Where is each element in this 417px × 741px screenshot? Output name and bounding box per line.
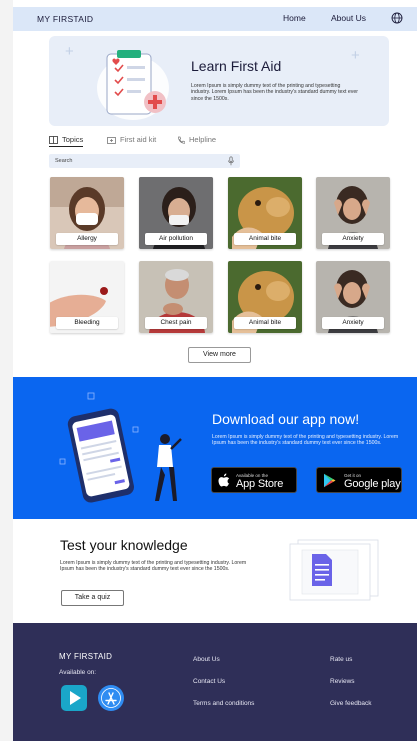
knowledge-title: Test your knowledge <box>60 537 188 553</box>
topic-label: Animal bite <box>234 317 296 329</box>
app-store-button[interactable]: Available on the App Store <box>211 467 297 493</box>
footer-terms-link[interactable]: Terms and conditions <box>193 700 254 707</box>
topic-label: Anxiety <box>322 233 384 245</box>
google-play-button[interactable]: Get it on Google play <box>316 467 402 493</box>
topic-card-anxiety-2[interactable]: Anxiety <box>316 261 390 333</box>
hero-description: Lorem Ipsum is simply dummy text of the … <box>191 83 358 102</box>
topic-card-allergy[interactable]: Allergy <box>50 177 124 249</box>
apple-icon <box>218 473 230 487</box>
footer-reviews-link[interactable]: Reviews <box>330 678 355 685</box>
knowledge-description: Lorem Ipsum is simply dummy text of the … <box>60 560 247 573</box>
globe-icon[interactable] <box>391 12 403 24</box>
first-aid-kit-icon <box>107 136 116 144</box>
topic-label: Anxiety <box>322 317 384 329</box>
quiz-document-illustration <box>289 539 379 601</box>
promo-title: Download our app now! <box>212 411 360 427</box>
footer: MY FIRSTAID Available on: About Us Conta… <box>13 623 417 741</box>
page: MY FIRSTAID Home About Us + + Learn Firs… <box>13 0 417 741</box>
top-nav: MY FIRSTAID Home About Us <box>13 7 417 31</box>
brand-logo[interactable]: MY FIRSTAID <box>37 14 93 24</box>
tab-helpline[interactable]: Helpline <box>177 135 216 144</box>
tab-first-aid-kit[interactable]: First aid kit <box>107 135 156 144</box>
topic-card-animal-bite-2[interactable]: Animal bite <box>228 261 302 333</box>
topic-tabs: Topics First aid kit Helpline <box>49 133 389 149</box>
hero-title: Learn First Aid <box>191 58 282 74</box>
nav-home-link[interactable]: Home <box>283 13 306 23</box>
app-store-label: App Store <box>236 478 284 490</box>
hero-banner: + + Learn First Aid Lorem Ipsum is simpl… <box>49 36 389 126</box>
phone-illustration <box>59 392 182 503</box>
topic-label: Bleeding <box>56 317 118 329</box>
search-bar <box>49 154 240 168</box>
topic-card-chest-pain[interactable]: Chest pain <box>139 261 213 333</box>
topic-label: Air pollution <box>145 233 207 245</box>
topic-card-bleeding[interactable]: Bleeding <box>50 261 124 333</box>
topic-card-anxiety[interactable]: Anxiety <box>316 177 390 249</box>
promo-description: Lorem Ipsum is simply dummy text of the … <box>212 434 399 447</box>
google-play-store-icon[interactable] <box>61 685 87 711</box>
google-play-label: Google play <box>344 478 401 490</box>
topic-card-air-pollution[interactable]: Air pollution <box>139 177 213 249</box>
topic-label: Chest pain <box>145 317 207 329</box>
topic-card-animal-bite[interactable]: Animal bite <box>228 177 302 249</box>
phone-icon <box>178 136 185 144</box>
take-quiz-button[interactable]: Take a quiz <box>61 590 124 606</box>
microphone-icon[interactable] <box>227 156 235 166</box>
footer-feedback-link[interactable]: Give feedback <box>330 700 372 707</box>
search-input[interactable] <box>55 156 215 166</box>
tab-topics[interactable]: Topics <box>49 135 84 147</box>
view-more-button[interactable]: View more <box>188 347 251 363</box>
plus-decoration-icon: + <box>65 43 74 60</box>
app-store-icon[interactable] <box>98 685 124 711</box>
footer-available-label: Available on: <box>59 669 97 676</box>
book-icon <box>49 135 58 144</box>
footer-rate-link[interactable]: Rate us <box>330 656 352 663</box>
footer-brand: MY FIRSTAID <box>59 652 113 661</box>
footer-contact-link[interactable]: Contact Us <box>193 678 225 685</box>
plus-decoration-icon: + <box>351 47 360 64</box>
clipboard-illustration <box>97 50 169 120</box>
topic-label: Animal bite <box>234 233 296 245</box>
tab-helpline-label: Helpline <box>189 135 217 144</box>
nav-about-link[interactable]: About Us <box>331 13 366 23</box>
tab-topics-label: Topics <box>62 135 84 144</box>
topic-label: Allergy <box>56 233 118 245</box>
app-promo-section: Download our app now! Lorem Ipsum is sim… <box>13 377 417 519</box>
footer-about-link[interactable]: About Us <box>193 656 220 663</box>
google-play-icon <box>324 473 336 488</box>
tab-first-aid-kit-label: First aid kit <box>120 135 157 144</box>
